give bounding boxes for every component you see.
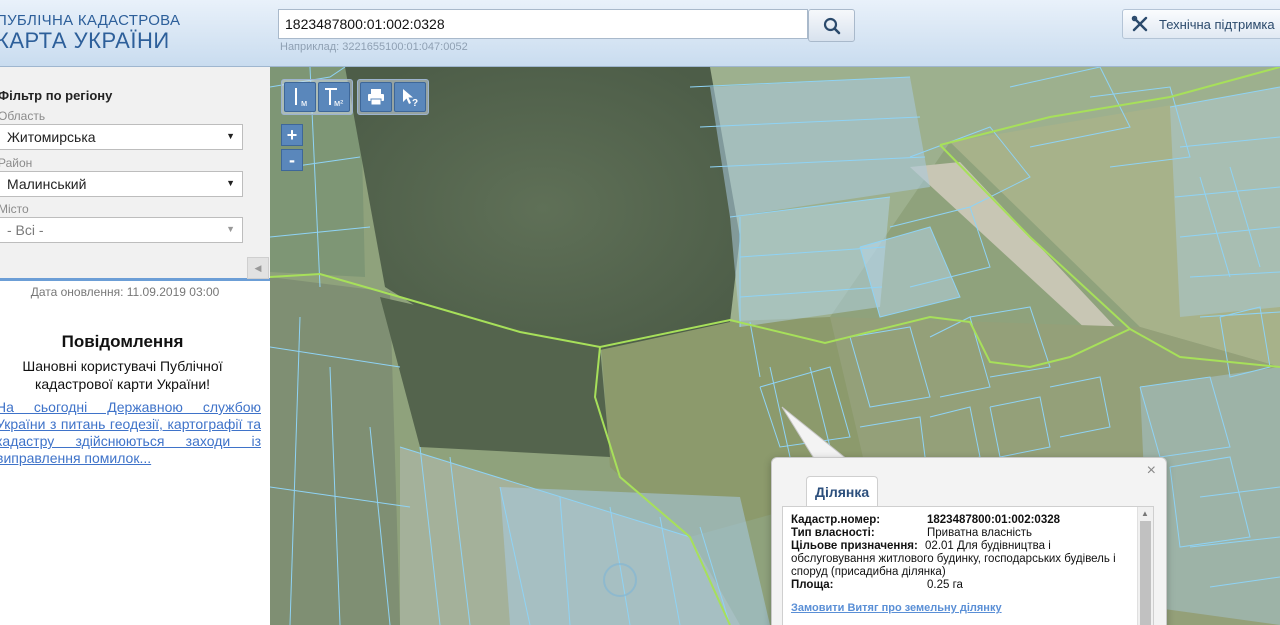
- city-select[interactable]: - Всі - ▼: [0, 217, 243, 243]
- district-label: Район: [0, 156, 33, 170]
- cadastral-value: 1823487800:01:002:0328: [927, 514, 1061, 526]
- area-row: Площа: 0.25 га: [791, 579, 1133, 592]
- logo-line-1: ПУБЛІЧНА КАДАСТРОВА: [0, 12, 181, 29]
- area-label: Площа:: [791, 579, 834, 591]
- header: ПУБЛІЧНА КАДАСТРОВА КАРТА УКРАЇНИ Наприк…: [0, 0, 1280, 67]
- region-filter-panel: Фільтр по регіону Область Житомирська ▼ …: [0, 67, 270, 281]
- notice-text: Шановні користувачі Публічної кадастрово…: [22, 358, 223, 392]
- scrollbar-thumb[interactable]: [1140, 521, 1151, 625]
- search-button[interactable]: [808, 9, 855, 42]
- search-hint: Наприклад: 3221655100:01:047:0052: [280, 41, 468, 53]
- chevron-down-icon: ▼: [226, 131, 235, 141]
- region-label: Область: [0, 109, 46, 123]
- ownership-label: Тип власності:: [791, 527, 875, 539]
- logo-line-2: КАРТА УКРАЇНИ: [0, 28, 170, 53]
- search-icon: [823, 17, 840, 34]
- chevron-left-icon: ◀: [254, 262, 262, 273]
- close-icon[interactable]: ×: [1147, 462, 1156, 480]
- cadastral-row: Кадастр.номер: 1823487800:01:002:0328: [791, 514, 1133, 527]
- tech-support-button[interactable]: Технічна підтримка: [1122, 9, 1280, 39]
- order-extract-link[interactable]: Замовити Витяг про земельну ділянку: [791, 602, 1002, 614]
- popup-scrollbar[interactable]: ▲: [1137, 507, 1153, 625]
- parcel-info-panel: Кадастр.номер: 1823487800:01:002:0328 Ти…: [782, 506, 1154, 625]
- region-select-value: Житомирська: [7, 129, 96, 145]
- scroll-up-icon[interactable]: ▲: [1141, 509, 1149, 518]
- region-select[interactable]: Житомирська ▼: [0, 124, 243, 150]
- district-select-value: Малинський: [7, 176, 87, 192]
- site-logo[interactable]: ПУБЛІЧНА КАДАСТРОВА КАРТА УКРАЇНИ: [0, 12, 180, 53]
- tech-support-label: Технічна підтримка: [1159, 16, 1275, 32]
- cadastral-label: Кадастр.номер:: [791, 514, 881, 526]
- ownership-row: Тип власності: Приватна власність: [791, 527, 1133, 540]
- map-view[interactable]: м м² ? + - × Ділянка Кадастр.номер: 1823…: [270, 67, 1280, 625]
- district-select[interactable]: Малинський ▼: [0, 171, 243, 197]
- update-date: Дата оновлення: 11.09.2019 03:00: [30, 285, 220, 299]
- cadastral-search-input[interactable]: [278, 9, 808, 39]
- purpose-row: Цільове призначення: 02.01 Для будівницт…: [791, 540, 1133, 579]
- parcel-info: Кадастр.номер: 1823487800:01:002:0328 Ти…: [791, 514, 1133, 592]
- filter-title: Фільтр по регіону: [0, 88, 113, 103]
- notice-link[interactable]: На сьогодні Державною службою України з …: [0, 399, 261, 467]
- sidebar: Фільтр по регіону Область Житомирська ▼ …: [0, 67, 270, 625]
- area-value: 0.25 га: [927, 579, 963, 591]
- parcel-popup: × Ділянка Кадастр.номер: 1823487800:01:0…: [771, 457, 1167, 625]
- ownership-value: Приватна власність: [927, 527, 1033, 539]
- city-label: Місто: [0, 202, 29, 216]
- chevron-down-icon: ▼: [226, 178, 235, 188]
- tools-icon: [1131, 15, 1148, 32]
- collapse-sidebar-button[interactable]: ◀: [247, 257, 269, 279]
- chevron-down-icon: ▼: [226, 224, 235, 234]
- tab-parcel[interactable]: Ділянка: [806, 476, 879, 506]
- city-select-value: - Всі -: [7, 222, 44, 238]
- notice-title: Повідомлення: [61, 332, 184, 351]
- purpose-label: Цільове призначення:: [791, 540, 918, 552]
